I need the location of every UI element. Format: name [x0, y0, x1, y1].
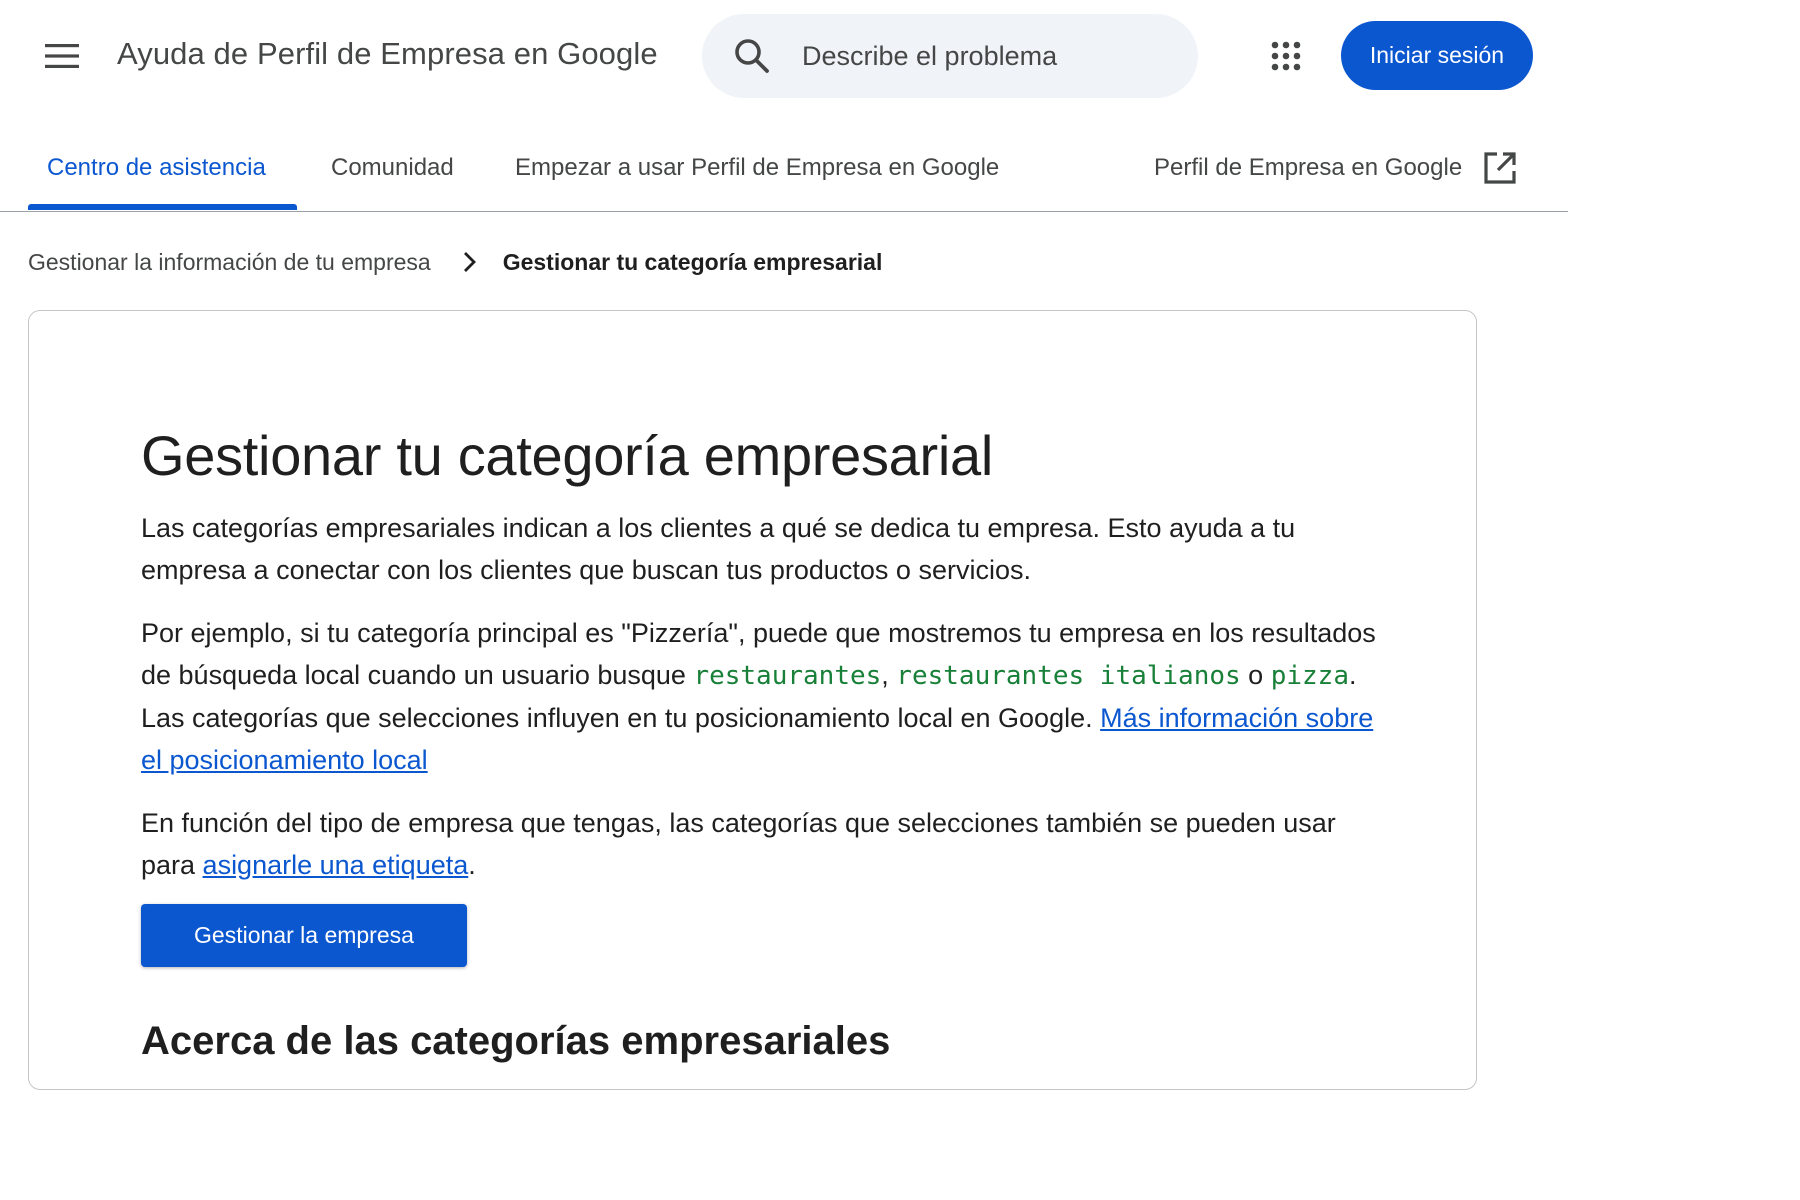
tab-business-profile-external[interactable]: Perfil de Empresa en Google: [1154, 126, 1518, 210]
app-title[interactable]: Ayuda de Perfil de Empresa en Google: [117, 36, 658, 72]
manage-business-button[interactable]: Gestionar la empresa: [141, 904, 467, 967]
page-title: Gestionar tu categoría empresarial: [141, 424, 994, 487]
tab-get-started[interactable]: Empezar a usar Perfil de Empresa en Goog…: [515, 126, 999, 210]
example-separator-2: o: [1240, 660, 1271, 690]
breadcrumb-current: Gestionar tu categoría empresarial: [502, 248, 883, 275]
nav-tabs: Centro de asistencia Comunidad Empezar a…: [0, 126, 1568, 212]
breadcrumb: Gestionar la información de tu empresa G…: [28, 244, 882, 280]
chevron-right-icon: [463, 252, 476, 272]
apps-grid-icon: [1271, 41, 1301, 71]
labels-paragraph: En función del tipo de empresa que tenga…: [141, 802, 1381, 886]
external-link-icon: [1484, 152, 1516, 184]
tab-community[interactable]: Comunidad: [331, 126, 454, 210]
tab-help-center[interactable]: Centro de asistencia: [47, 126, 266, 210]
example-code-pizza: pizza: [1270, 661, 1349, 691]
menu-icon: [45, 44, 79, 68]
tab-business-profile-label: Perfil de Empresa en Google: [1154, 154, 1463, 181]
top-app-bar: Ayuda de Perfil de Empresa en Google Ini…: [0, 0, 1568, 112]
sign-in-button[interactable]: Iniciar sesión: [1341, 21, 1533, 90]
breadcrumb-parent-link[interactable]: Gestionar la información de tu empresa: [28, 249, 431, 276]
google-apps-button[interactable]: [1258, 28, 1314, 84]
example-separator-1: ,: [881, 660, 897, 690]
example-code-restaurantes: restaurantes: [693, 661, 882, 691]
assign-label-link[interactable]: asignarle una etiqueta: [203, 850, 469, 880]
search-icon[interactable]: [732, 36, 772, 76]
active-tab-indicator: [28, 204, 297, 210]
example-code-restaurantes-italianos: restaurantes italianos: [896, 661, 1241, 691]
labels-text-end: .: [468, 850, 476, 880]
example-paragraph: Por ejemplo, si tu categoría principal e…: [141, 612, 1381, 781]
article-body: Las categorías empresariales indican a l…: [141, 507, 1381, 907]
article-card: Gestionar tu categoría empresarial Las c…: [28, 310, 1477, 1090]
intro-paragraph: Las categorías empresariales indican a l…: [141, 513, 1296, 585]
main-menu-button[interactable]: [30, 24, 94, 88]
search-bar[interactable]: [702, 14, 1198, 98]
search-input[interactable]: [800, 34, 1170, 78]
section-heading: Acerca de las categorías empresariales: [141, 1019, 891, 1063]
